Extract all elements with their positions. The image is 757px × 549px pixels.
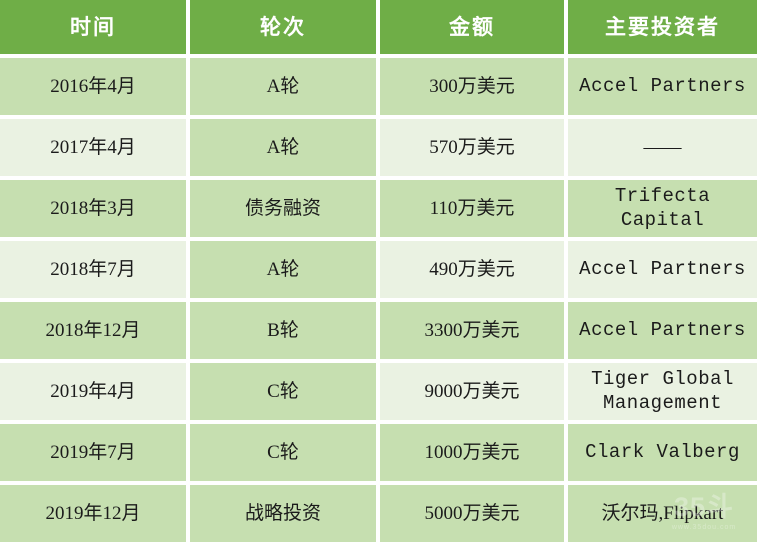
cell-amount-text: 9000万美元 [424,380,520,402]
cell-round: 债务融资 [190,180,380,241]
cell-investor: Clark Valberg [568,424,757,485]
cell-date-text: 2016年4月 [50,75,136,97]
cell-round-text: A轮 [266,136,300,158]
cell-investor-text: —— [643,136,682,158]
cell-investor-text: Clark Valberg [585,440,740,463]
cell-round-text: B轮 [267,319,299,341]
column-header-amount-label: 金额 [449,14,495,39]
column-header-investor: 主要投资者 [568,0,757,58]
cell-date: 2019年7月 [0,424,190,485]
cell-round-text: A轮 [266,75,300,97]
cell-investor-text: Accel Partners [579,74,746,97]
cell-date: 2018年12月 [0,302,190,363]
cell-investor: Accel Partners [568,302,757,363]
cell-amount-text: 1000万美元 [424,441,520,463]
cell-investor-text: Trifecta Capital [614,184,711,231]
cell-investor: Tiger Global Management [568,363,757,424]
cell-round-text: C轮 [267,380,299,402]
cell-round: A轮 [190,119,380,180]
cell-date-text: 2017年4月 [50,136,136,158]
table-row: 2019年4月 C轮 9000万美元 Tiger Global Manageme… [0,363,757,424]
cell-amount-text: 5000万美元 [424,502,520,524]
cell-round-text: 战略投资 [244,502,321,524]
cell-investor: 沃尔玛,Flipkart [568,485,757,546]
cell-amount: 9000万美元 [380,363,568,424]
cell-investor: Trifecta Capital [568,180,757,241]
cell-date-text: 2018年7月 [50,258,136,280]
funding-history-table: 时间 轮次 金额 主要投资者 2016年4月 A轮 300万美元 Accel P… [0,0,757,549]
cell-round: C轮 [190,424,380,485]
cell-date-text: 2018年12月 [45,319,141,341]
table-row: 2018年12月 B轮 3300万美元 Accel Partners [0,302,757,363]
cell-date: 2016年4月 [0,58,190,119]
cell-date: 2019年12月 [0,485,190,546]
table-row: 2017年4月 A轮 570万美元 —— [0,119,757,180]
cell-amount-text: 3300万美元 [424,319,520,341]
cell-date: 2018年3月 [0,180,190,241]
column-header-date: 时间 [0,0,190,58]
cell-round: A轮 [190,241,380,302]
table-row: 2016年4月 A轮 300万美元 Accel Partners [0,58,757,119]
cell-date: 2019年4月 [0,363,190,424]
column-header-round: 轮次 [190,0,380,58]
cell-date-text: 2019年7月 [50,441,136,463]
cell-round: B轮 [190,302,380,363]
cell-amount: 3300万美元 [380,302,568,363]
column-header-amount: 金额 [380,0,568,58]
cell-amount: 1000万美元 [380,424,568,485]
column-header-date-label: 时间 [70,14,116,39]
table-row: 2018年3月 债务融资 110万美元 Trifecta Capital [0,180,757,241]
table-header-row: 时间 轮次 金额 主要投资者 [0,0,757,58]
cell-amount: 5000万美元 [380,485,568,546]
cell-date-text: 2019年4月 [50,380,136,402]
cell-amount: 110万美元 [380,180,568,241]
cell-investor-text: Accel Partners [579,318,746,341]
cell-amount-text: 300万美元 [429,75,515,97]
cell-round: 战略投资 [190,485,380,546]
column-header-investor-label: 主要投资者 [605,14,720,39]
cell-investor: Accel Partners [568,241,757,302]
cell-round: C轮 [190,363,380,424]
cell-date-text: 2018年3月 [50,197,136,219]
cell-amount-text: 490万美元 [429,258,515,280]
cell-date: 2018年7月 [0,241,190,302]
cell-investor-text: Tiger Global Management [591,367,734,414]
table-row: 2019年7月 C轮 1000万美元 Clark Valberg [0,424,757,485]
table-row: 2018年7月 A轮 490万美元 Accel Partners [0,241,757,302]
cell-date: 2017年4月 [0,119,190,180]
cell-amount-text: 110万美元 [429,197,515,219]
cell-amount: 490万美元 [380,241,568,302]
cell-round-text: 债务融资 [244,197,321,219]
table-row: 2019年12月 战略投资 5000万美元 沃尔玛,Flipkart [0,485,757,546]
cell-amount-text: 570万美元 [429,136,515,158]
cell-investor-text: Accel Partners [579,257,746,280]
cell-round-text: A轮 [266,258,300,280]
cell-round: A轮 [190,58,380,119]
cell-amount: 570万美元 [380,119,568,180]
cell-date-text: 2019年12月 [45,502,141,524]
cell-investor-text: 沃尔玛,Flipkart [601,502,724,524]
column-header-round-label: 轮次 [260,14,306,39]
cell-investor: Accel Partners [568,58,757,119]
cell-round-text: C轮 [267,441,299,463]
cell-investor: —— [568,119,757,180]
cell-amount: 300万美元 [380,58,568,119]
